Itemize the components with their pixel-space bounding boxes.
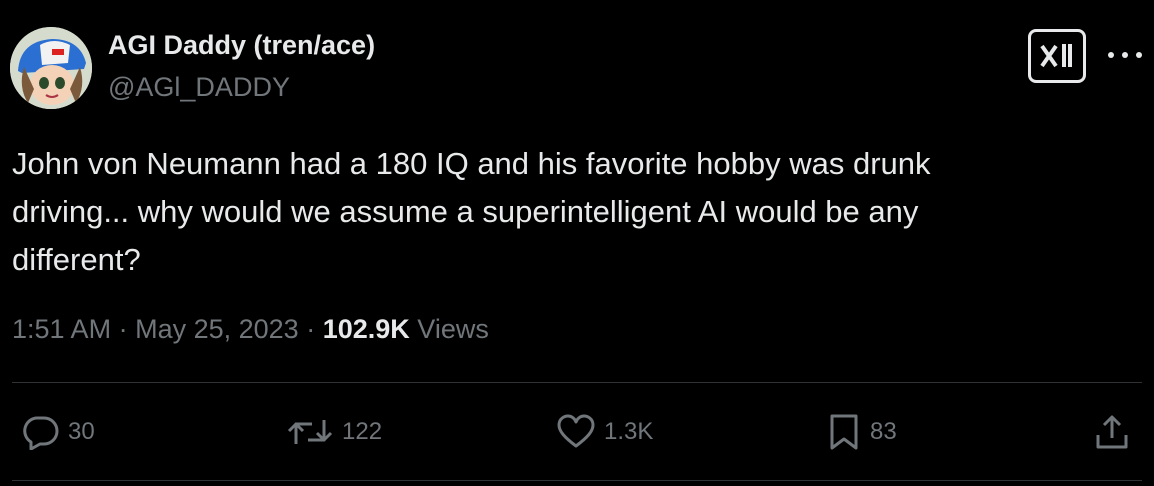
xai-logo-icon[interactable] xyxy=(1028,29,1086,83)
heart-icon xyxy=(557,414,595,448)
avatar-image xyxy=(10,27,92,109)
reply-button[interactable]: 30 xyxy=(20,412,95,452)
separator-dot: · xyxy=(306,314,323,344)
share-button[interactable] xyxy=(1094,412,1130,452)
separator-dot: · xyxy=(118,314,136,344)
views-count: 102.9K xyxy=(322,314,410,344)
reply-count: 30 xyxy=(68,418,95,445)
retweet-count: 122 xyxy=(342,418,383,445)
divider xyxy=(12,480,1142,481)
bookmark-icon xyxy=(830,414,858,450)
retweet-button[interactable]: 122 xyxy=(286,412,382,452)
tweet-meta: 1:51 AM · May 25, 2023 · 102.9K Views xyxy=(12,314,489,345)
tweet-time[interactable]: 1:51 AM xyxy=(12,314,111,344)
bookmark-button[interactable]: 83 xyxy=(826,412,897,452)
bookmark-count: 83 xyxy=(870,418,897,445)
tweet-text: John von Neumann had a 180 IQ and his fa… xyxy=(12,146,931,277)
reply-icon xyxy=(23,416,59,450)
views-label: Views xyxy=(417,314,489,344)
author-display-name[interactable]: AGI Daddy (tren/ace) xyxy=(108,30,375,61)
avatar[interactable] xyxy=(10,27,92,109)
retweet-icon xyxy=(287,420,333,444)
like-button[interactable]: 1.3K xyxy=(556,412,653,452)
tweet-date[interactable]: May 25, 2023 xyxy=(135,314,299,344)
divider xyxy=(12,382,1142,383)
more-icon[interactable] xyxy=(1108,40,1142,70)
share-icon xyxy=(1096,415,1128,449)
like-count: 1.3K xyxy=(604,418,654,445)
author-handle[interactable]: @AGl_DADDY xyxy=(108,72,290,103)
